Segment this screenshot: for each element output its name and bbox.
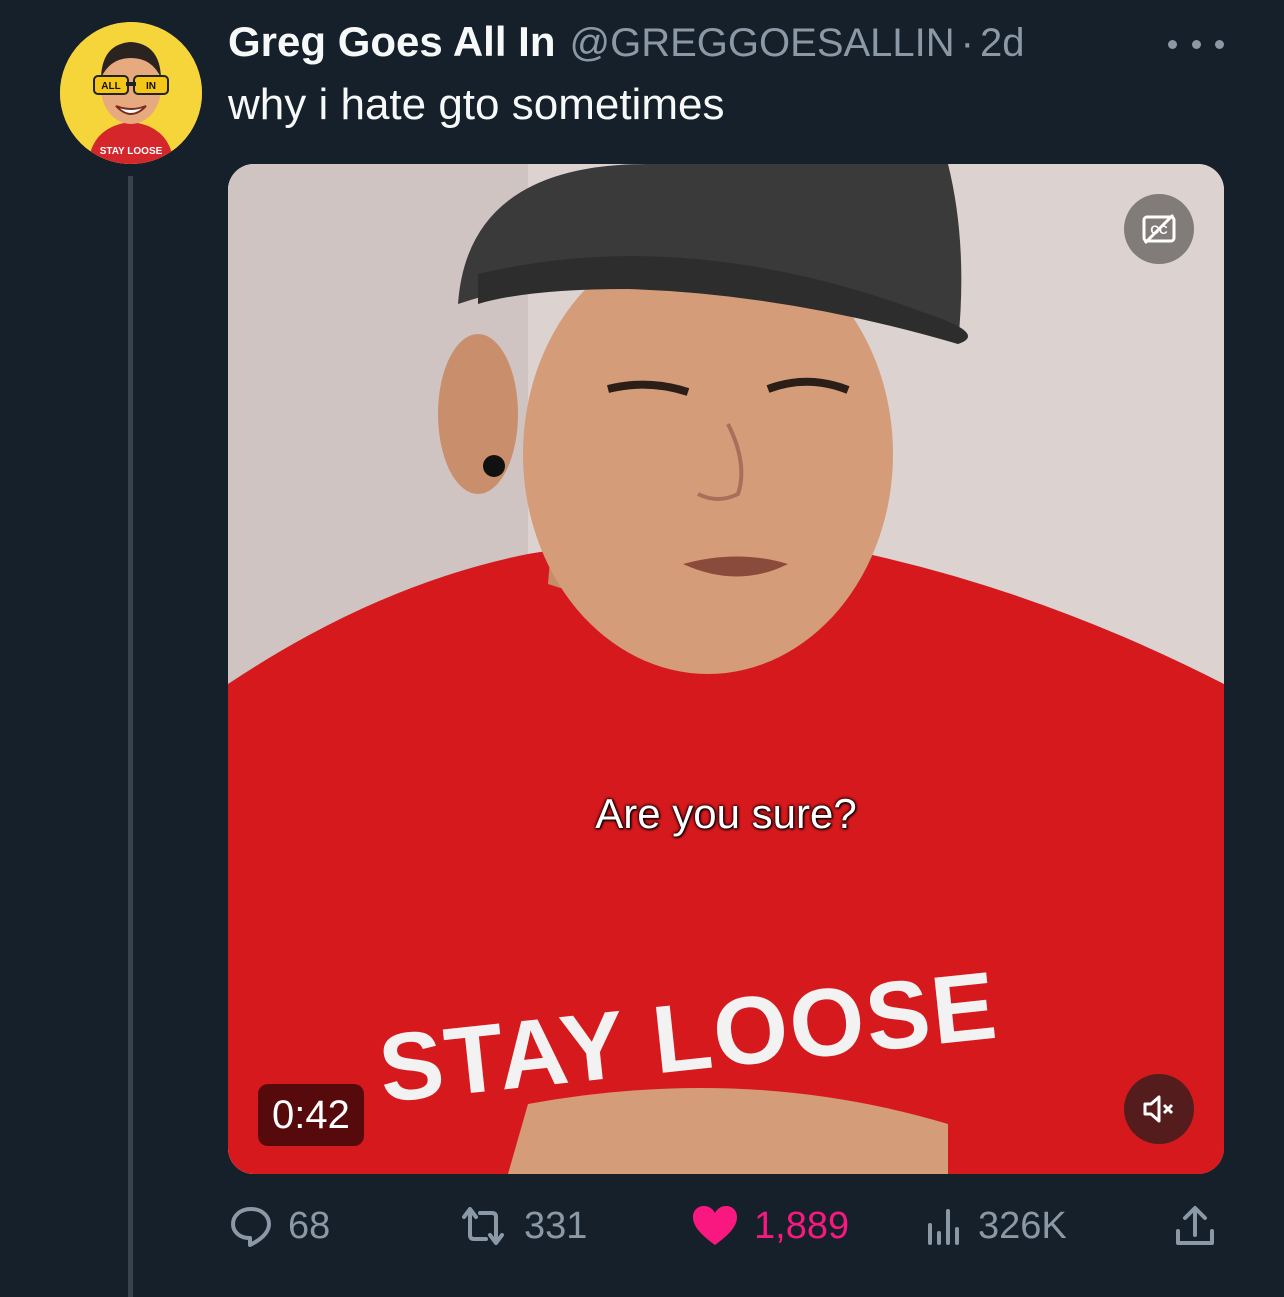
reply-button[interactable]: 68 (228, 1196, 330, 1256)
video-player[interactable]: STAY LOOSE Are you sure? 0:42 CC (228, 164, 1224, 1174)
retweet-button[interactable]: 331 (456, 1196, 587, 1256)
more-dot (1215, 39, 1224, 49)
separator-dot: · (960, 21, 974, 65)
share-button[interactable] (1172, 1196, 1218, 1256)
captions-off-icon: CC (1142, 213, 1176, 245)
like-button[interactable]: 1,889 (690, 1196, 849, 1256)
action-bar: 68 331 1,889 326K (228, 1196, 1224, 1256)
tweet-text: why i hate gto sometimes (228, 80, 725, 129)
avatar-glasses-left-text: ALL (101, 81, 120, 92)
user-handle[interactable]: @GREGGOESALLIN (570, 21, 955, 66)
thread-line (128, 176, 133, 1297)
more-dot (1191, 39, 1201, 49)
tweet[interactable]: STAY LOOSE ALL IN Greg Goes All In @GREG… (0, 0, 1284, 1297)
views-count: 326K (978, 1204, 1067, 1247)
display-name[interactable]: Greg Goes All In (228, 18, 556, 66)
reply-icon (231, 1207, 271, 1247)
muted-speaker-icon (1143, 1095, 1174, 1123)
views-icon (928, 1209, 959, 1245)
retweet-count: 331 (524, 1204, 588, 1247)
mute-button[interactable] (1124, 1074, 1194, 1144)
captions-button[interactable]: CC (1124, 194, 1194, 264)
more-options-icon[interactable] (1168, 26, 1224, 62)
like-count: 1,889 (754, 1204, 850, 1247)
tweet-header: Greg Goes All In @GREGGOESALLIN · 2d (228, 18, 1025, 74)
reply-count: 68 (288, 1204, 331, 1247)
avatar[interactable]: STAY LOOSE ALL IN (60, 22, 202, 164)
video-duration: 0:42 (258, 1084, 364, 1146)
retweet-icon (462, 1207, 504, 1245)
tweet-timestamp[interactable]: 2d (980, 21, 1025, 66)
share-icon (1176, 1206, 1214, 1245)
video-caption: Are you sure? (595, 790, 857, 837)
views-button[interactable]: 326K (924, 1196, 1067, 1256)
avatar-glasses-right-text: IN (146, 81, 156, 92)
avatar-cartoon-image: STAY LOOSE ALL IN (60, 22, 202, 164)
heart-filled-icon (693, 1206, 737, 1245)
avatar-shirt-text: STAY LOOSE (100, 146, 163, 157)
more-dot (1168, 39, 1177, 49)
